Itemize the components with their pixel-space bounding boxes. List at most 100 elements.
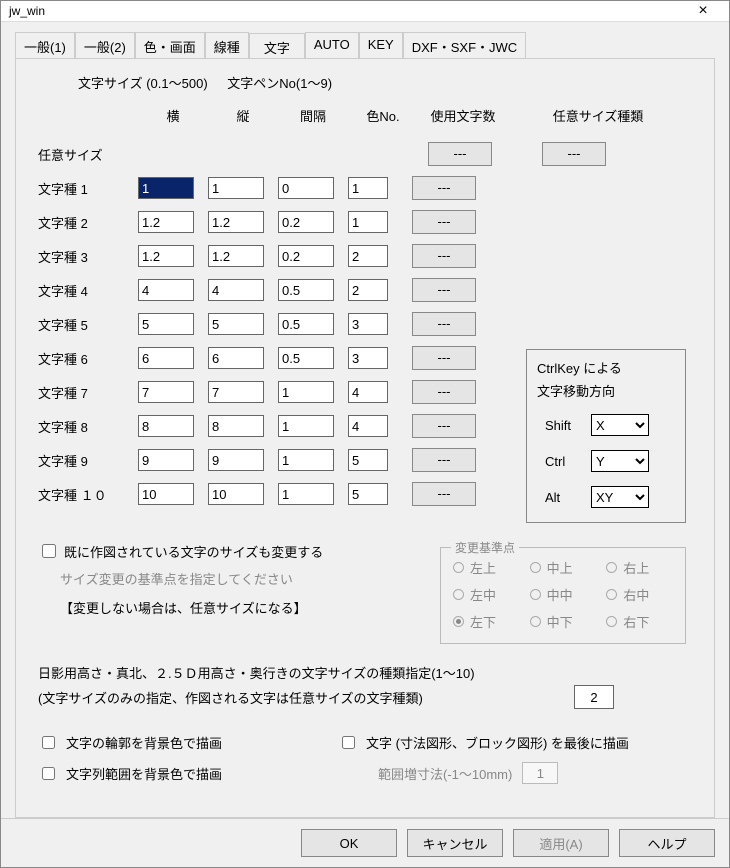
text-type-input[interactable] xyxy=(574,685,614,709)
help-button[interactable]: ヘルプ xyxy=(619,829,715,857)
char-count-button[interactable]: --- xyxy=(412,380,476,404)
width-input[interactable] xyxy=(138,347,194,369)
alt-select[interactable]: XY xyxy=(591,486,649,508)
any-size-count-button[interactable]: --- xyxy=(428,142,492,166)
col-count: 使用文字数 xyxy=(418,106,508,125)
color-input[interactable] xyxy=(348,415,388,437)
tab-7[interactable]: DXF・SXF・JWC xyxy=(403,32,526,58)
height-input[interactable] xyxy=(208,177,264,199)
height-input[interactable] xyxy=(208,347,264,369)
color-input[interactable] xyxy=(348,483,388,505)
anchor-radio-label: 左中 xyxy=(470,585,496,604)
width-input[interactable] xyxy=(138,381,194,403)
color-input[interactable] xyxy=(348,381,388,403)
gap-input[interactable] xyxy=(278,347,334,369)
char-count-button[interactable]: --- xyxy=(412,210,476,234)
gap-input[interactable] xyxy=(278,313,334,335)
radio-icon xyxy=(530,616,541,627)
tab-5[interactable]: AUTO xyxy=(305,32,359,58)
text-type-row: 文字種 5--- xyxy=(38,307,692,341)
char-count-button[interactable]: --- xyxy=(412,176,476,200)
ctrl-select[interactable]: Y xyxy=(591,450,649,472)
gap-input[interactable] xyxy=(278,177,334,199)
cancel-button[interactable]: キャンセル xyxy=(407,829,503,857)
char-count-button[interactable]: --- xyxy=(412,448,476,472)
width-input[interactable] xyxy=(138,415,194,437)
radio-icon xyxy=(453,562,464,573)
char-count-button[interactable]: --- xyxy=(412,414,476,438)
color-input[interactable] xyxy=(348,279,388,301)
shift-select[interactable]: X xyxy=(591,414,649,436)
dialog-footer: OK キャンセル 適用(A) ヘルプ xyxy=(1,818,729,867)
char-count-button[interactable]: --- xyxy=(412,482,476,506)
char-count-button[interactable]: --- xyxy=(412,244,476,268)
radio-icon xyxy=(606,616,617,627)
titlebar: jw_win × xyxy=(1,1,729,22)
tab-2[interactable]: 色・画面 xyxy=(135,32,205,58)
draw-last-checkbox[interactable] xyxy=(342,736,355,749)
color-input[interactable] xyxy=(348,211,388,233)
ctrlkey-group: CtrlKey による 文字移動方向 Shift X Ctrl Y Alt XY xyxy=(526,349,686,523)
height-input[interactable] xyxy=(208,211,264,233)
outline-bg-checkbox[interactable] xyxy=(42,736,55,749)
gap-input[interactable] xyxy=(278,449,334,471)
outline-bg-label: 文字の輪郭を背景色で描画 xyxy=(66,733,222,752)
height-input[interactable] xyxy=(208,279,264,301)
tab-0[interactable]: 一般(1) xyxy=(15,32,75,58)
char-count-button[interactable]: --- xyxy=(412,346,476,370)
ok-button[interactable]: OK xyxy=(301,829,397,857)
width-input[interactable] xyxy=(138,483,194,505)
tab-4[interactable]: 文字 xyxy=(249,33,305,59)
char-count-button[interactable]: --- xyxy=(412,312,476,336)
apply-button[interactable]: 適用(A) xyxy=(513,829,609,857)
anchor-radio-label: 右上 xyxy=(623,558,649,577)
width-input[interactable] xyxy=(138,245,194,267)
gap-input[interactable] xyxy=(278,381,334,403)
height-input[interactable] xyxy=(208,449,264,471)
color-input[interactable] xyxy=(348,177,388,199)
resize-existing-checkbox[interactable] xyxy=(42,544,56,558)
color-input[interactable] xyxy=(348,449,388,471)
width-input[interactable] xyxy=(138,177,194,199)
color-input[interactable] xyxy=(348,347,388,369)
any-size-type-button[interactable]: --- xyxy=(542,142,606,166)
text-type-row: 文字種 1--- xyxy=(38,171,692,205)
height-input[interactable] xyxy=(208,245,264,267)
row-label: 文字種 9 xyxy=(38,451,138,470)
anchor-title: 変更基準点 xyxy=(451,539,519,556)
anchor-radio-7: 中下 xyxy=(530,612,597,631)
height-input[interactable] xyxy=(208,415,264,437)
row-label: 文字種 4 xyxy=(38,281,138,300)
tab-6[interactable]: KEY xyxy=(359,32,403,58)
gap-input[interactable] xyxy=(278,245,334,267)
width-input[interactable] xyxy=(138,279,194,301)
gap-input[interactable] xyxy=(278,211,334,233)
gap-input[interactable] xyxy=(278,415,334,437)
close-icon[interactable]: × xyxy=(685,2,721,20)
tab-3[interactable]: 線種 xyxy=(205,32,249,58)
height-input[interactable] xyxy=(208,313,264,335)
radio-icon xyxy=(606,589,617,600)
gap-input[interactable] xyxy=(278,483,334,505)
width-input[interactable] xyxy=(138,449,194,471)
alt-label: Alt xyxy=(537,490,591,505)
any-size-label: 任意サイズ xyxy=(38,145,138,164)
range-bg-checkbox[interactable] xyxy=(42,767,55,780)
height-input[interactable] xyxy=(208,483,264,505)
tab-strip: 一般(1)一般(2)色・画面線種文字AUTOKEYDXF・SXF・JWC xyxy=(15,32,715,58)
char-count-button[interactable]: --- xyxy=(412,278,476,302)
width-input[interactable] xyxy=(138,211,194,233)
anchor-radio-5: 右中 xyxy=(606,585,673,604)
color-input[interactable] xyxy=(348,313,388,335)
tab-1[interactable]: 一般(2) xyxy=(75,32,135,58)
range-bg-label: 文字列範囲を背景色で描画 xyxy=(66,764,222,783)
color-input[interactable] xyxy=(348,245,388,267)
anchor-radio-2: 右上 xyxy=(606,558,673,577)
gap-input[interactable] xyxy=(278,279,334,301)
size-range-label: 文字サイズ (0.1～500) xyxy=(78,76,208,91)
height-input[interactable] xyxy=(208,381,264,403)
row-label: 文字種 7 xyxy=(38,383,138,402)
heading: 文字サイズ (0.1～500) 文字ペンNo(1～9) xyxy=(78,73,692,92)
anchor-radio-4: 中中 xyxy=(530,585,597,604)
width-input[interactable] xyxy=(138,313,194,335)
